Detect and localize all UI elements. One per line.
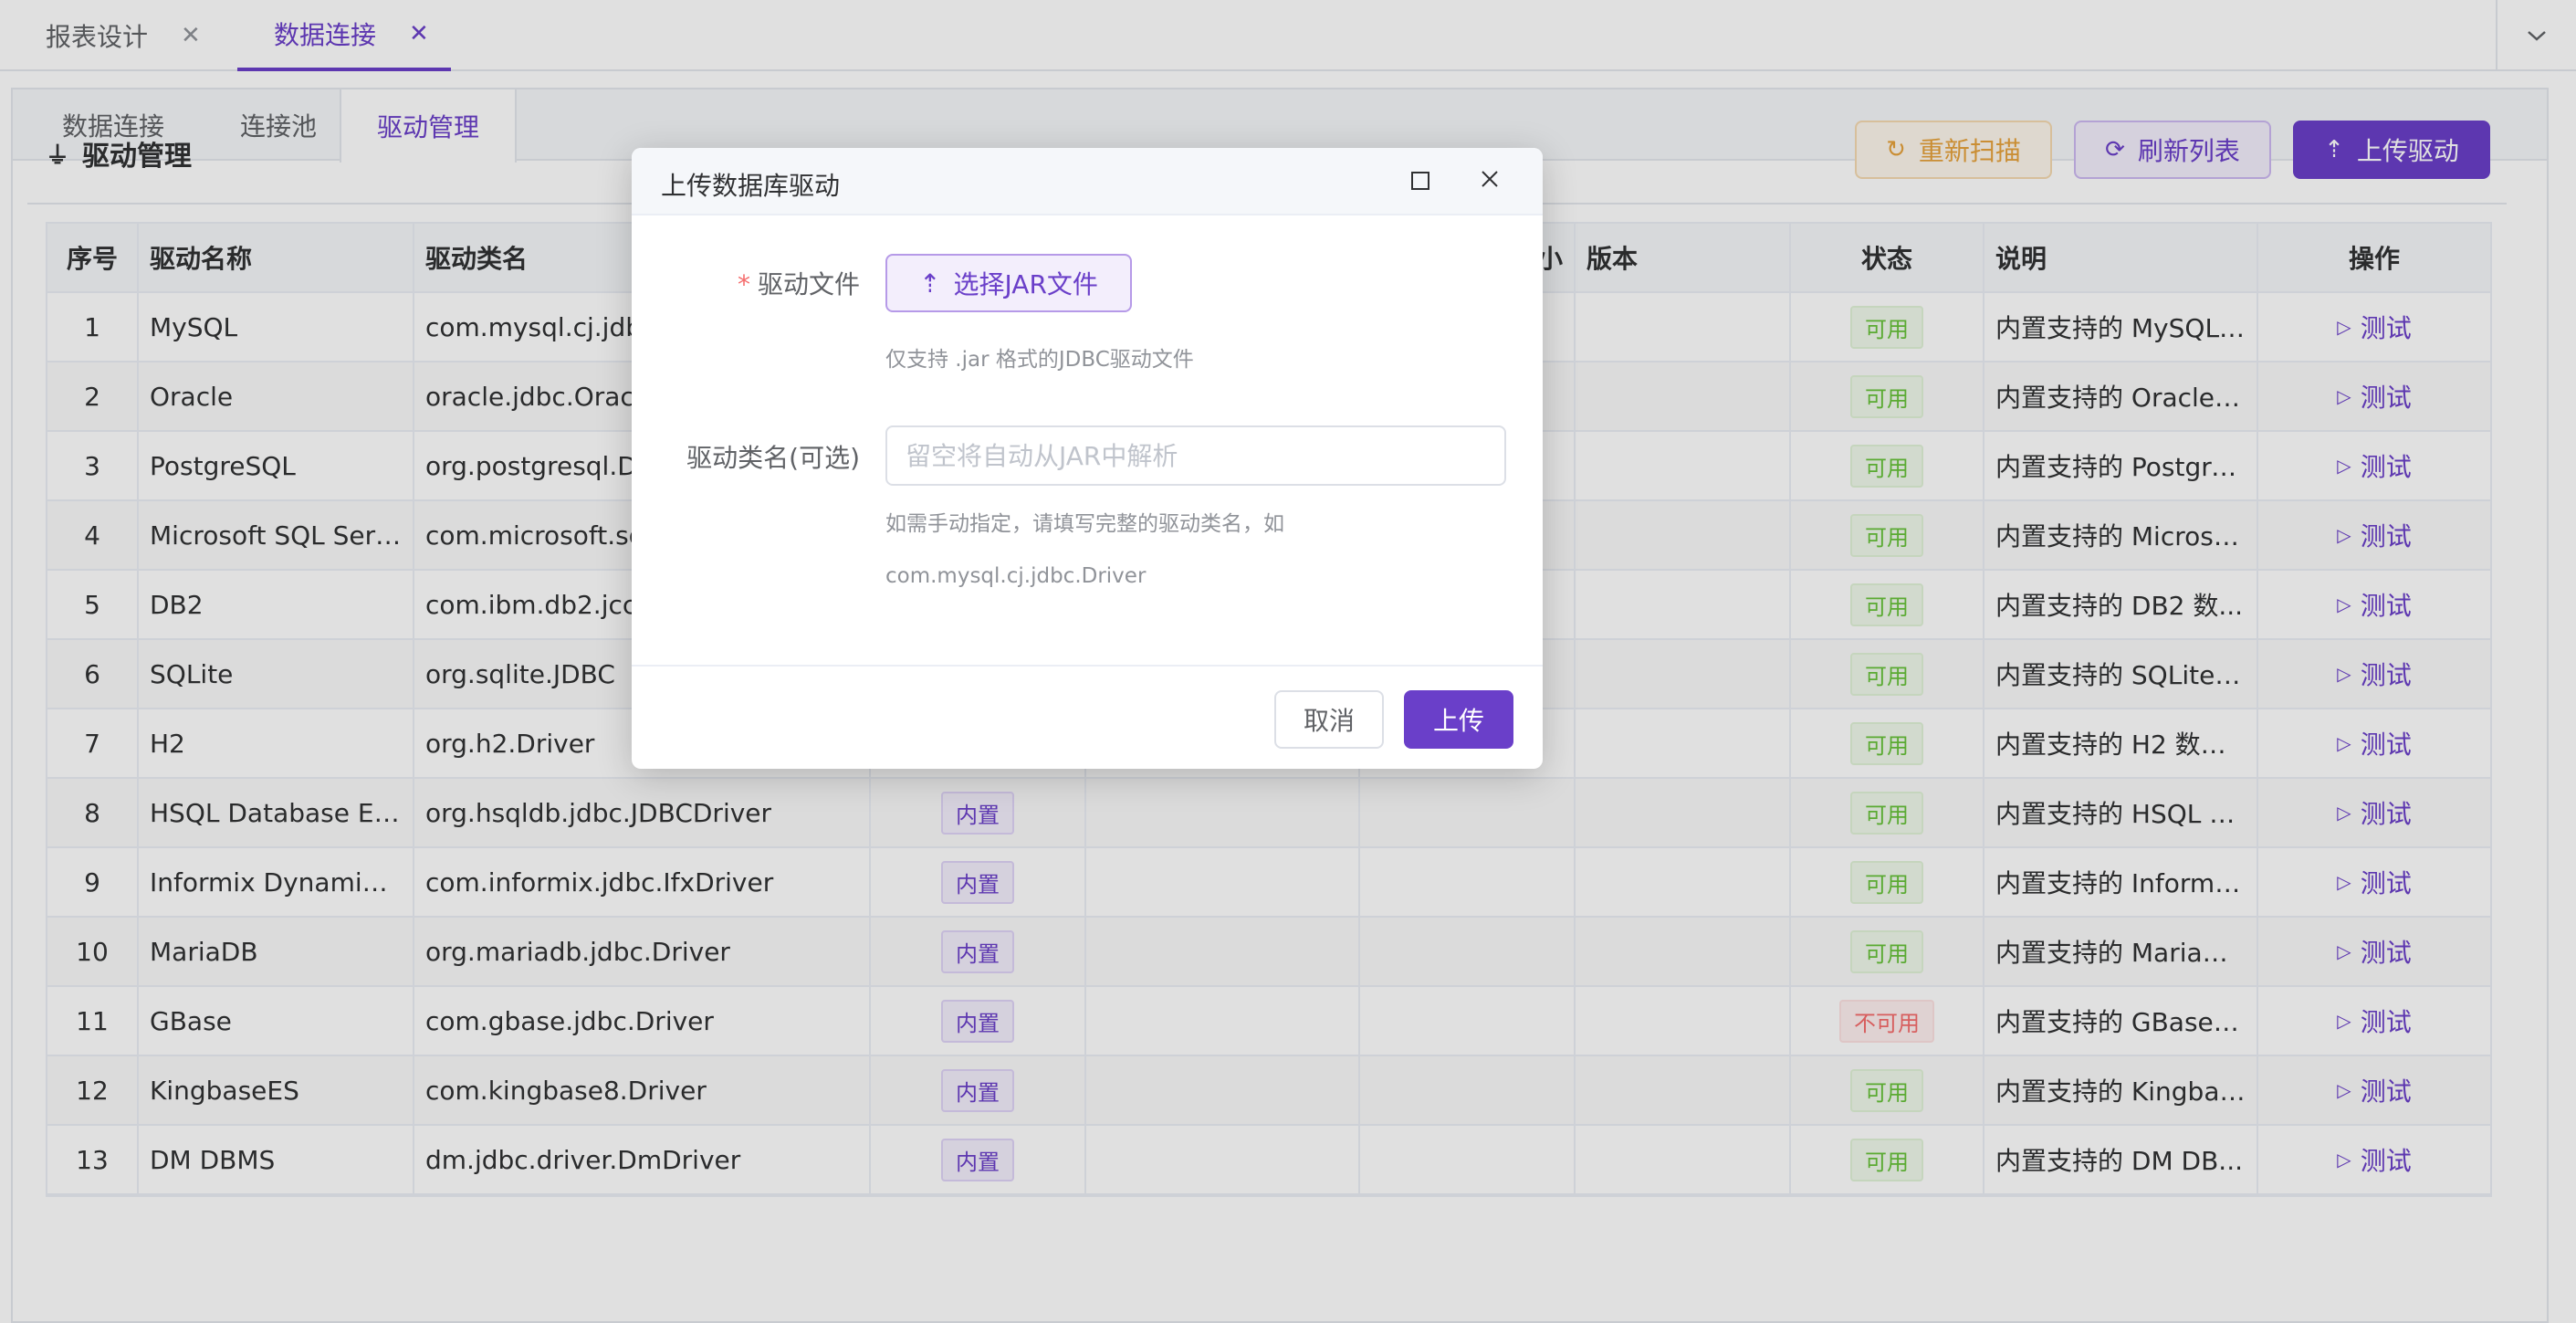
cancel-button[interactable]: 取消 [1274,690,1384,749]
maximize-icon[interactable] [1408,168,1433,194]
dialog-header: 上传数据库驱动 [632,148,1543,215]
class-hint-line1: 如需手动指定，请填写完整的驱动类名，如 [885,512,1284,536]
required-mark: * [737,269,750,299]
upload-icon: ⇡ [919,268,941,299]
upload-driver-dialog: 上传数据库驱动 * 驱动文件 ⇡ 选择JAR文件 仅支持 .jar 格式的JDBC… [632,148,1543,769]
dialog-footer-divider [632,665,1543,667]
app-root: 报表设计 ✕ 数据连接 ✕ 数据连接 连接池 驱动管理 ⏚ 驱动管理 ↻ 重新扫… [0,0,2576,1323]
select-jar-button[interactable]: ⇡ 选择JAR文件 [885,254,1132,312]
driver-file-label: * 驱动文件 [686,265,860,301]
driver-file-label-text: 驱动文件 [757,269,860,299]
file-hint: 仅支持 .jar 格式的JDBC驱动文件 [885,348,1194,372]
upload-confirm-button[interactable]: 上传 [1404,690,1513,749]
driver-class-input[interactable] [885,425,1506,486]
driver-class-label: 驱动类名(可选) [686,443,860,473]
close-icon[interactable] [1475,164,1504,194]
select-jar-label: 选择JAR文件 [953,269,1098,299]
dialog-title: 上传数据库驱动 [661,171,841,201]
class-hint-line2: com.mysql.cj.jdbc.Driver [885,564,1147,588]
